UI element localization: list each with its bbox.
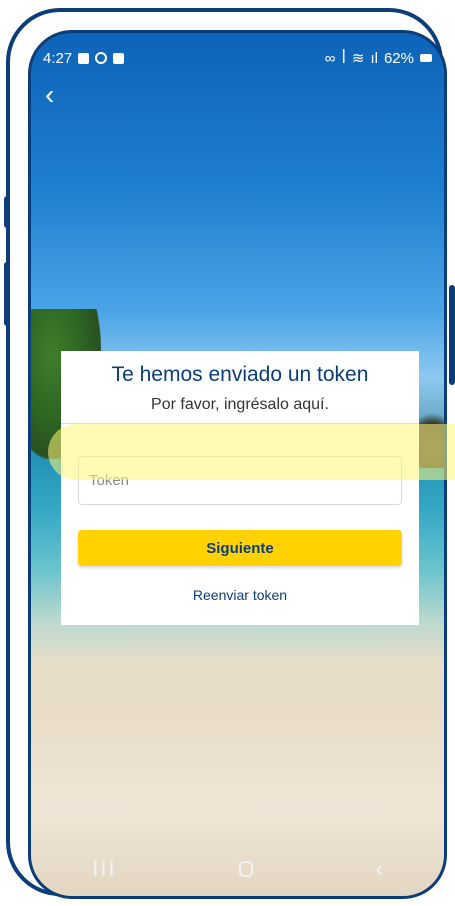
token-card: Te hemos enviado un token Por favor, ing… (61, 351, 419, 625)
system-nav-bar: III ‹ (31, 856, 444, 882)
card-title: Te hemos enviado un token (111, 363, 369, 386)
link-icon: ∞ (324, 49, 336, 67)
token-highlight-overlay (48, 424, 455, 480)
system-back-icon[interactable]: ‹ (375, 856, 382, 882)
side-button-right (449, 285, 455, 385)
mute-icon: ꟾ (341, 50, 346, 67)
battery-icon (420, 54, 432, 62)
circle-icon (95, 52, 108, 64)
image-icon (78, 52, 90, 64)
checkbox-icon (113, 52, 125, 64)
home-icon[interactable] (239, 861, 253, 877)
back-arrow-icon[interactable]: ‹ (45, 81, 54, 109)
recent-apps-icon[interactable]: III (92, 856, 116, 882)
status-time: 4:27 (43, 49, 73, 67)
status-bar: 4:27 ∞ ꟾ ≋ ıl 62% (43, 47, 432, 69)
next-button[interactable]: Siguiente (78, 530, 402, 566)
card-subtitle: Por favor, ingrésalo aquí. (151, 396, 329, 413)
battery-percent: 62% (383, 49, 414, 67)
wifi-icon: ≋ (351, 50, 365, 67)
resend-token-link[interactable]: Reenviar token (61, 587, 419, 603)
signal-icon: ıl (370, 49, 378, 67)
